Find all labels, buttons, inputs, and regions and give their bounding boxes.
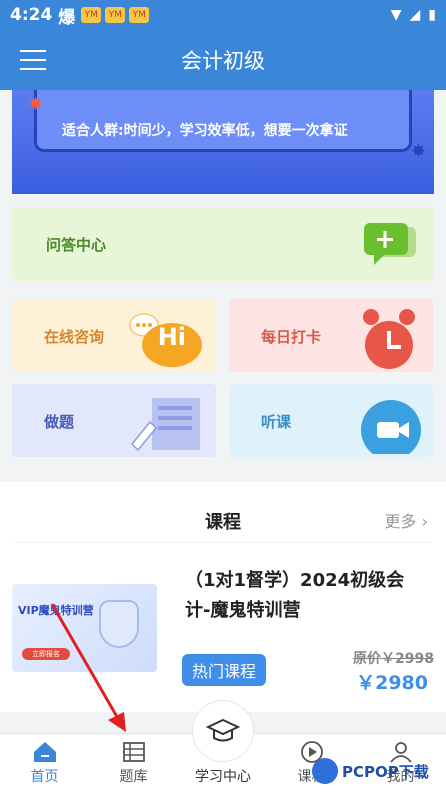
- chat-plus-icon: [364, 223, 416, 265]
- qa-center-card[interactable]: 问答中心: [12, 207, 434, 281]
- star-icon: ✸: [28, 94, 44, 115]
- tab-home-label: 首页: [30, 769, 59, 785]
- hot-course-badge: 热门课程: [182, 654, 267, 686]
- study-center-button[interactable]: [192, 700, 254, 762]
- study-center-label: 学习中心: [195, 769, 251, 785]
- page-title: 会计初级: [181, 49, 265, 73]
- online-consult-tile[interactable]: 在线咨询 Hi: [12, 299, 216, 372]
- notification-icon: YM: [81, 7, 102, 23]
- daily-checkin-tile[interactable]: 每日打卡: [229, 299, 433, 372]
- courses-title: 课程: [205, 512, 241, 533]
- app-header: 会计初级: [0, 30, 446, 90]
- practice-tile[interactable]: 做题: [12, 384, 216, 457]
- watermark-text: PCPOP下载: [342, 762, 429, 781]
- listen-tile[interactable]: 听课: [229, 384, 433, 457]
- qa-center-label: 问答中心: [46, 236, 107, 254]
- tab-question-bank-label: 题库: [119, 769, 148, 785]
- shield-icon: [99, 600, 139, 648]
- status-time: 4:24: [10, 5, 53, 25]
- banner-slogan: 适合人群:时间少，学习效率低，想要一次拿证: [62, 123, 348, 139]
- watermark: PCPOP下载: [312, 752, 446, 790]
- original-price: 原价￥2998: [353, 651, 434, 667]
- tab-study-center[interactable]: 学习中心: [178, 700, 268, 793]
- listen-label: 听课: [261, 413, 292, 431]
- daily-checkin-label: 每日打卡: [261, 328, 322, 346]
- thumb-title: VIP魔鬼特训营: [18, 604, 94, 617]
- notification-icon: YM: [105, 7, 126, 23]
- battery-icon: ▮: [428, 7, 436, 23]
- course-name[interactable]: （1对1督学）2024初级会计-魔鬼特训营: [185, 566, 425, 626]
- alarm-clock-icon: [363, 309, 415, 369]
- online-consult-label: 在线咨询: [44, 328, 105, 346]
- signal-icon: ◢: [409, 7, 421, 23]
- divider: [14, 542, 432, 543]
- promo-banner[interactable]: ✸ ✸ 适合人群:时间少，学习效率低，想要一次拿证: [12, 90, 434, 194]
- star-icon: ✸: [410, 141, 426, 162]
- practice-label: 做题: [44, 413, 75, 431]
- tab-home[interactable]: 首页: [0, 734, 89, 793]
- status-flame: 爆: [58, 7, 76, 28]
- chevron-right-icon: ›: [421, 512, 428, 531]
- graduation-cap-icon: [206, 718, 240, 742]
- watermark-logo-icon: [312, 758, 338, 784]
- menu-icon[interactable]: [20, 50, 46, 70]
- current-price: ￥2980: [356, 672, 428, 694]
- exam-paper-icon: [130, 398, 200, 452]
- more-label: 更多: [384, 512, 417, 531]
- home-icon: [33, 742, 56, 762]
- courses-more-link[interactable]: 更多 ›: [384, 508, 428, 532]
- video-camera-icon: [361, 400, 421, 454]
- hi-text: Hi: [157, 323, 186, 351]
- course-thumbnail[interactable]: VIP魔鬼特训营 立即报名: [12, 584, 157, 672]
- tab-question-bank[interactable]: 题库: [89, 734, 178, 793]
- notification-icon: YM: [129, 7, 150, 23]
- thumb-enroll-button: 立即报名: [22, 648, 70, 660]
- status-bar: 4:24 爆 YM YM YM ▼ ◢ ▮: [0, 0, 446, 30]
- question-bank-icon: [122, 742, 145, 762]
- courses-section: 课程 更多 › VIP魔鬼特训营 立即报名 （1对1督学）2024初级会计-魔鬼…: [0, 482, 446, 712]
- wifi-icon: ▼: [390, 7, 402, 23]
